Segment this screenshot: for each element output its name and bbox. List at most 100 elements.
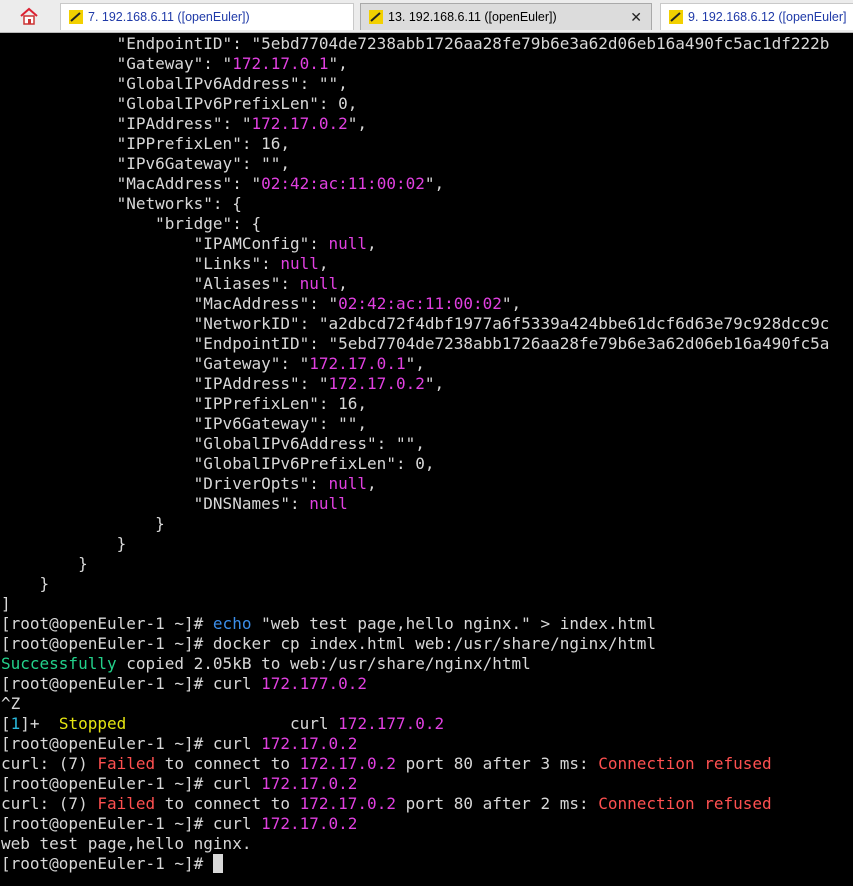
terminal-line: web test page,hello nginx.: [1, 834, 251, 854]
tab-session-13[interactable]: 13. 192.168.6.11 ([openEuler]) ✕: [360, 3, 652, 30]
terminal-text-segment: "IPAMConfig":: [1, 234, 329, 253]
terminal-line: "EndpointID": "5ebd7704de7238abb1726aa28…: [1, 334, 830, 354]
terminal-line: "IPv6Gateway": "",: [1, 154, 290, 174]
terminal-line: ^Z: [1, 694, 20, 714]
terminal-text-segment: 172.17.0.2: [261, 774, 358, 793]
terminal-text-segment: 1: [10, 714, 21, 733]
tab-session-9[interactable]: 9. 192.168.6.12 ([openEuler]: [660, 3, 853, 30]
terminal-line: }: [1, 554, 88, 574]
terminal-text-segment: null: [309, 494, 348, 513]
terminal-text-segment: copied 2.05kB to web:/usr/share/nginx/ht…: [116, 654, 531, 673]
home-button[interactable]: [4, 3, 54, 29]
terminal-text-segment: "MacAddress": ": [1, 174, 262, 193]
terminal-text-segment: ",: [424, 174, 445, 193]
terminal-text-segment: 172.17.0.2: [251, 114, 348, 133]
terminal-text-segment: 172.17.0.2: [328, 374, 425, 393]
terminal-text-segment: [root@openEuler-1 ~]# curl: [1, 734, 262, 753]
terminal-text-segment: Failed: [97, 794, 156, 813]
tab-label: 9. 192.168.6.12 ([openEuler]: [688, 10, 847, 24]
terminal-line: [root@openEuler-1 ~]# curl 172.17.0.2: [1, 774, 357, 794]
terminal-cursor: [212, 854, 223, 873]
terminal-text-segment: [root@openEuler-1 ~]# curl: [1, 674, 262, 693]
terminal-line: [root@openEuler-1 ~]# curl 172.17.0.2: [1, 734, 357, 754]
terminal-line: [root@openEuler-1 ~]# curl 172.177.0.2: [1, 674, 367, 694]
terminal-line: curl: (7) Failed to connect to 172.17.0.…: [1, 794, 772, 814]
terminal-text-segment: ",: [328, 54, 348, 73]
terminal-line: Successfully copied 2.05kB to web:/usr/s…: [1, 654, 531, 674]
terminal-line: "IPAddress": "172.17.0.2",: [1, 374, 444, 394]
terminal-text-segment: "NetworkID": "a2dbcd72f4dbf1977a6f5339a4…: [1, 314, 830, 333]
terminal-text-segment: [: [1, 714, 11, 733]
tab-session-7[interactable]: 7. 192.168.6.11 ([openEuler]): [60, 3, 354, 30]
terminal-text-segment: null: [299, 274, 339, 293]
terminal-line: "GlobalIPv6PrefixLen": 0,: [1, 454, 435, 474]
terminal-text-segment: "IPPrefixLen": 16,: [1, 134, 290, 153]
terminal-text-segment: 172.17.0.2: [299, 754, 396, 773]
terminal-text-segment: "IPv6Gateway": "",: [1, 414, 368, 433]
terminal-text-segment: ",: [501, 294, 522, 313]
terminal-text-segment: 172.17.0.1: [232, 54, 329, 73]
terminal-line: "DriverOpts": null,: [1, 474, 377, 494]
terminal-text-segment: ",: [424, 374, 445, 393]
close-tab-button[interactable]: ✕: [630, 9, 642, 26]
terminal-text-segment: }: [1, 554, 88, 573]
terminal-text-segment: ,: [318, 254, 329, 273]
terminal-line: }: [1, 574, 50, 594]
terminal-output[interactable]: "EndpointID": "5ebd7704de7238abb1726aa28…: [0, 34, 853, 886]
terminal-line: "IPPrefixLen": 16,: [1, 134, 290, 154]
terminal-line: "Links": null,: [1, 254, 329, 274]
terminal-text-segment: "Gateway": ": [1, 54, 233, 73]
terminal-text-segment: "IPAddress": ": [1, 374, 329, 393]
terminal-line: [root@openEuler-1 ~]#: [1, 854, 223, 874]
terminal-text-segment: "MacAddress": ": [1, 294, 339, 313]
terminal-text-segment: 172.177.0.2: [338, 714, 445, 733]
terminal-line: [root@openEuler-1 ~]# docker cp index.ht…: [1, 634, 656, 654]
terminal-text-segment: "IPPrefixLen": 16,: [1, 394, 368, 413]
terminal-line: [root@openEuler-1 ~]# echo "web test pag…: [1, 614, 656, 634]
terminal-text-segment: "Aliases":: [1, 274, 300, 293]
terminal-text-segment: 172.17.0.2: [261, 814, 358, 833]
terminal-text-segment: null: [328, 474, 368, 493]
terminal-text-segment: ,: [338, 274, 348, 293]
terminal-line: "IPv6Gateway": "",: [1, 414, 367, 434]
terminal-text-segment: [root@openEuler-1 ~]#: [1, 854, 213, 873]
terminal-line: "DNSNames": null: [1, 494, 348, 514]
terminal-text-segment: }: [1, 574, 50, 593]
terminal-text-segment: "IPv6Gateway": "",: [1, 154, 290, 173]
terminal-text-segment: to connect to: [155, 754, 300, 773]
terminal-line: }: [1, 534, 127, 554]
terminal-text-segment: [root@openEuler-1 ~]# curl: [1, 814, 262, 833]
terminal-text-segment: ",: [405, 354, 425, 373]
terminal-line: "bridge": {: [1, 214, 261, 234]
terminal-line: "NetworkID": "a2dbcd72f4dbf1977a6f5339a4…: [1, 314, 830, 334]
tab-label: 7. 192.168.6.11 ([openEuler]): [88, 10, 250, 24]
terminal-text-segment: ^Z: [1, 694, 21, 713]
terminal-line: "IPAddress": "172.17.0.2",: [1, 114, 367, 134]
terminal-line: "EndpointID": "5ebd7704de7238abb1726aa28…: [1, 34, 830, 54]
terminal-tab-icon: [369, 10, 383, 24]
terminal-text-segment: [root@openEuler-1 ~]# docker cp index.ht…: [1, 634, 657, 653]
terminal-line: "GlobalIPv6Address": "",: [1, 74, 348, 94]
terminal-line: "Gateway": "172.17.0.1",: [1, 354, 425, 374]
terminal-line: ]: [1, 594, 11, 614]
terminal-text-segment: "GlobalIPv6Address": "",: [1, 74, 348, 93]
home-icon: [20, 7, 38, 25]
terminal-text-segment: null: [280, 254, 319, 273]
terminal-line: "Gateway": "172.17.0.1",: [1, 54, 348, 74]
terminal-text-segment: ,: [367, 474, 377, 493]
terminal-line: [1]+ Stopped curl 172.177.0.2: [1, 714, 444, 734]
terminal-text-segment: echo: [212, 614, 252, 633]
terminal-text-segment: [root@openEuler-1 ~]#: [1, 614, 213, 633]
terminal-text-segment: ]: [1, 594, 11, 613]
terminal-text-segment: }: [1, 534, 127, 553]
terminal-line: "GlobalIPv6PrefixLen": 0,: [1, 94, 358, 114]
terminal-text-segment: null: [328, 234, 368, 253]
terminal-line: "GlobalIPv6Address": "",: [1, 434, 425, 454]
terminal-line: "IPPrefixLen": 16,: [1, 394, 367, 414]
terminal-text-segment: ",: [347, 114, 368, 133]
terminal-line: curl: (7) Failed to connect to 172.17.0.…: [1, 754, 772, 774]
terminal-text-segment: "Networks": {: [1, 194, 242, 213]
terminal-text-segment: 172.17.0.2: [261, 734, 358, 753]
terminal-text-segment: "Links":: [1, 254, 281, 273]
terminal-text-segment: curl: (7): [1, 754, 98, 773]
